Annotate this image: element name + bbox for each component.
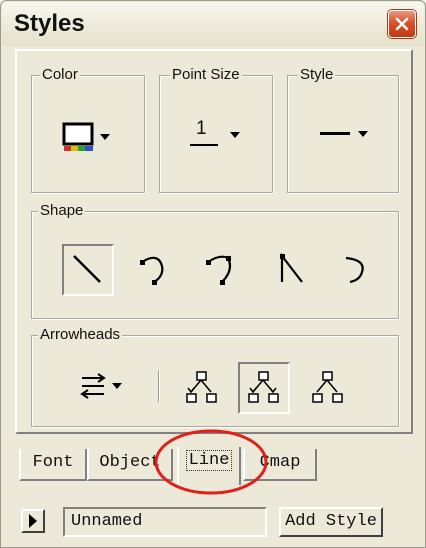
arrowhead-direction-icon — [80, 373, 122, 399]
arrowheads-group: Arrowheads — [31, 326, 399, 427]
arrow-tree-center-button[interactable] — [238, 362, 290, 414]
arrowheads-group-label: Arrowheads — [38, 326, 123, 344]
color-group-label: Color — [40, 66, 80, 84]
arrowhead-direction-button[interactable] — [76, 364, 140, 408]
shape-angled-button[interactable] — [268, 246, 316, 294]
toolbar-separator — [158, 370, 159, 402]
shape-arc-button[interactable] — [332, 246, 380, 294]
arrow-tree-right-button[interactable] — [304, 364, 352, 412]
shape-curve-left-button[interactable] — [132, 246, 180, 294]
bottom-row: Unnamed Add Style — [1, 501, 426, 541]
shape-straight-button[interactable] — [62, 244, 114, 296]
curve-left-icon — [140, 256, 164, 285]
solid-line-icon — [320, 132, 350, 135]
add-style-button[interactable]: Add Style — [279, 507, 383, 537]
shape-group-label: Shape — [38, 202, 86, 220]
close-button[interactable] — [388, 10, 416, 38]
point-size-button[interactable]: 1 — [188, 116, 248, 154]
style-group: Style — [287, 66, 399, 193]
tab-font-label: Font — [32, 453, 74, 472]
arrow-tree-left-icon — [186, 371, 217, 403]
arrow-tree-center-icon — [248, 371, 279, 403]
tab-object-label: Object — [99, 453, 161, 472]
arrow-tree-right-icon — [312, 371, 343, 403]
styles-panel: Color Point Size 1 Style Shape Arrowhead… — [15, 49, 413, 434]
close-icon — [395, 17, 409, 31]
style-name-field[interactable]: Unnamed — [63, 507, 267, 537]
straight-line-icon — [73, 255, 101, 283]
highlight-ellipse — [154, 429, 268, 495]
color-swatch-icon — [62, 122, 110, 151]
arrow-tree-left-button[interactable] — [178, 364, 226, 412]
color-group: Color — [31, 66, 145, 193]
line-style-button[interactable] — [318, 120, 376, 150]
point-size-group: Point Size 1 — [159, 66, 273, 193]
title-bar[interactable]: Styles — [2, 2, 424, 46]
window-title: Styles — [14, 10, 85, 37]
shape-group: Shape — [31, 202, 399, 319]
shape-curve-right-button[interactable] — [198, 246, 246, 294]
arc-icon — [345, 256, 364, 284]
chevron-down-icon — [230, 132, 240, 138]
style-group-label: Style — [298, 66, 336, 84]
point-size-value: 1 — [196, 118, 207, 139]
angled-line-icon — [280, 252, 303, 283]
play-button[interactable] — [21, 509, 45, 533]
chevron-down-icon — [358, 131, 368, 137]
point-size-underline — [190, 144, 218, 146]
styles-window: Styles Color Point Size 1 Style Shape Ar… — [0, 0, 426, 548]
point-size-group-label: Point Size — [170, 66, 242, 84]
color-picker-button[interactable] — [62, 118, 118, 154]
tab-font[interactable]: Font — [19, 449, 87, 481]
curve-right-icon — [206, 255, 232, 285]
